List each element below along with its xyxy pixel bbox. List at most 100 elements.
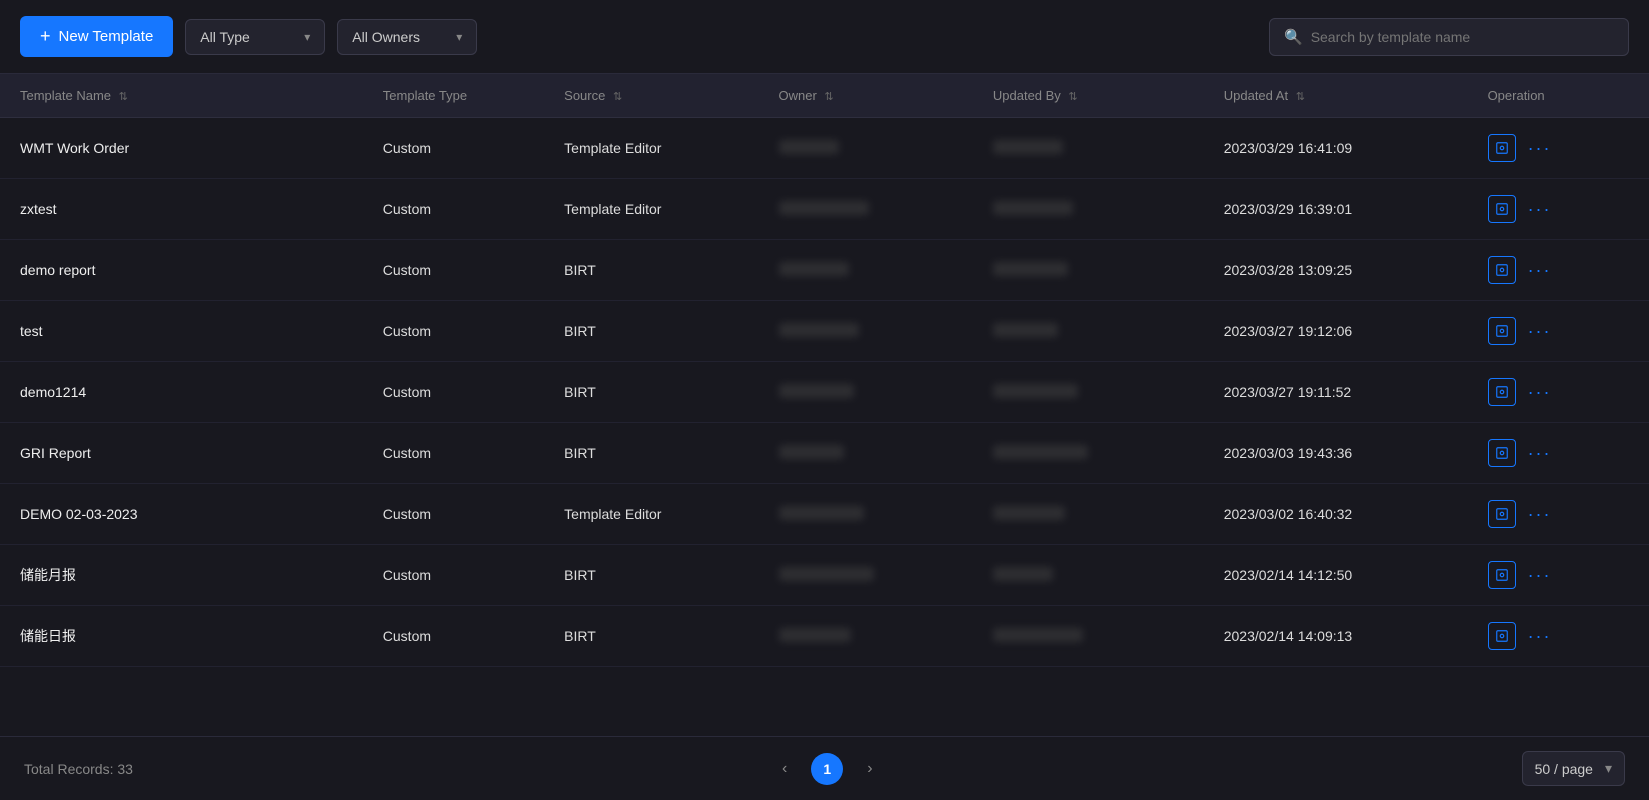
cell-type: Custom (363, 606, 544, 667)
cell-type: Custom (363, 179, 544, 240)
cell-type: Custom (363, 484, 544, 545)
more-options-button[interactable]: ··· (1528, 565, 1552, 586)
cell-name: DEMO 02-03-2023 (0, 484, 363, 545)
preview-icon (1495, 324, 1509, 338)
cell-operation: ··· (1468, 240, 1649, 301)
cell-updated-by (973, 423, 1204, 484)
page-size-dropdown[interactable]: 50 / page ▾ (1522, 751, 1625, 786)
search-input[interactable] (1311, 29, 1614, 45)
cell-owner (759, 301, 973, 362)
cell-owner (759, 423, 973, 484)
sort-icon: ⇅ (1296, 91, 1305, 103)
preview-button[interactable] (1488, 561, 1516, 589)
blurred-updated-by (993, 506, 1065, 520)
preview-button[interactable] (1488, 500, 1516, 528)
cell-name: WMT Work Order (0, 118, 363, 179)
col-header-name[interactable]: Template Name ⇅ (0, 74, 363, 118)
prev-page-button[interactable]: ‹ (774, 756, 795, 782)
cell-type: Custom (363, 301, 544, 362)
cell-updated-at: 2023/03/27 19:12:06 (1204, 301, 1468, 362)
cell-operation: ··· (1468, 606, 1649, 667)
preview-button[interactable] (1488, 622, 1516, 650)
blurred-owner (779, 262, 849, 276)
more-options-button[interactable]: ··· (1528, 321, 1552, 342)
cell-owner (759, 484, 973, 545)
current-page[interactable]: 1 (811, 753, 843, 785)
col-header-source[interactable]: Source ⇅ (544, 74, 758, 118)
preview-icon (1495, 385, 1509, 399)
cell-source: BIRT (544, 423, 758, 484)
cell-owner (759, 606, 973, 667)
blurred-owner (779, 628, 851, 642)
cell-updated-by (973, 179, 1204, 240)
more-options-button[interactable]: ··· (1528, 138, 1552, 159)
more-options-button[interactable]: ··· (1528, 382, 1552, 403)
cell-type: Custom (363, 118, 544, 179)
blurred-owner (779, 506, 864, 520)
cell-type: Custom (363, 423, 544, 484)
cell-updated-at: 2023/03/27 19:11:52 (1204, 362, 1468, 423)
blurred-updated-by (993, 628, 1083, 642)
app-container: + New Template All Type ▾ All Owners ▾ 🔍… (0, 0, 1649, 800)
preview-button[interactable] (1488, 256, 1516, 284)
owner-filter-dropdown[interactable]: All Owners ▾ (337, 19, 477, 55)
more-options-button[interactable]: ··· (1528, 504, 1552, 525)
cell-type: Custom (363, 362, 544, 423)
cell-updated-at: 2023/03/02 16:40:32 (1204, 484, 1468, 545)
blurred-owner (779, 323, 859, 337)
blurred-updated-by (993, 567, 1053, 581)
blurred-owner (779, 201, 869, 215)
preview-button[interactable] (1488, 195, 1516, 223)
toolbar: + New Template All Type ▾ All Owners ▾ 🔍 (0, 0, 1649, 74)
next-page-button[interactable]: › (859, 756, 880, 782)
cell-operation: ··· (1468, 179, 1649, 240)
col-header-operation: Operation (1468, 74, 1649, 118)
more-options-button[interactable]: ··· (1528, 260, 1552, 281)
more-options-button[interactable]: ··· (1528, 443, 1552, 464)
cell-owner (759, 240, 973, 301)
blurred-owner (779, 445, 844, 459)
preview-icon (1495, 141, 1509, 155)
blurred-owner (779, 567, 874, 581)
chevron-down-icon: ▾ (456, 30, 462, 44)
table-row: test Custom BIRT 2023/03/27 19:12:06 (0, 301, 1649, 362)
cell-updated-at: 2023/03/28 13:09:25 (1204, 240, 1468, 301)
more-options-button[interactable]: ··· (1528, 199, 1552, 220)
blurred-updated-by (993, 323, 1058, 337)
cell-source: BIRT (544, 362, 758, 423)
footer: Total Records: 33 ‹ 1 › 50 / page ▾ (0, 736, 1649, 800)
cell-updated-at: 2023/02/14 14:09:13 (1204, 606, 1468, 667)
sort-icon: ⇅ (1068, 91, 1077, 103)
new-template-button[interactable]: + New Template (20, 16, 173, 57)
total-records: Total Records: 33 (24, 761, 133, 777)
cell-name: 储能日报 (0, 606, 363, 667)
cell-operation: ··· (1468, 118, 1649, 179)
chevron-down-icon: ▾ (304, 30, 310, 44)
sort-icon: ⇅ (824, 91, 833, 103)
cell-updated-by (973, 118, 1204, 179)
cell-updated-by (973, 484, 1204, 545)
type-filter-dropdown[interactable]: All Type ▾ (185, 19, 325, 55)
cell-source: BIRT (544, 240, 758, 301)
cell-updated-by (973, 301, 1204, 362)
preview-button[interactable] (1488, 439, 1516, 467)
col-header-updated-at[interactable]: Updated At ⇅ (1204, 74, 1468, 118)
preview-icon (1495, 629, 1509, 643)
table-row: demo1214 Custom BIRT 2023/03/27 19:11:52 (0, 362, 1649, 423)
cell-operation: ··· (1468, 484, 1649, 545)
cell-name: zxtest (0, 179, 363, 240)
more-options-button[interactable]: ··· (1528, 626, 1552, 647)
pagination: ‹ 1 › (774, 753, 881, 785)
blurred-updated-by (993, 140, 1063, 154)
table-row: GRI Report Custom BIRT 2023/03/03 19:43:… (0, 423, 1649, 484)
col-header-owner[interactable]: Owner ⇅ (759, 74, 973, 118)
preview-button[interactable] (1488, 134, 1516, 162)
owner-filter-label: All Owners (352, 29, 420, 45)
col-header-updated-by[interactable]: Updated By ⇅ (973, 74, 1204, 118)
preview-button[interactable] (1488, 317, 1516, 345)
cell-updated-by (973, 606, 1204, 667)
action-icons: ··· (1488, 195, 1629, 223)
action-icons: ··· (1488, 439, 1629, 467)
cell-type: Custom (363, 240, 544, 301)
preview-button[interactable] (1488, 378, 1516, 406)
